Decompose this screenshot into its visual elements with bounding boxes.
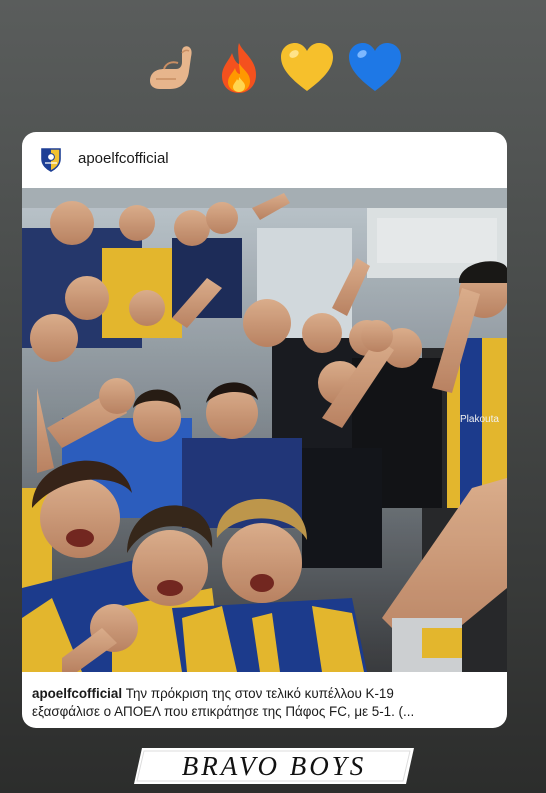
blue-heart-icon: [345, 38, 405, 98]
caption-text-line1: Την πρόκριση της στον τελικό κυπέλλου Κ-…: [122, 686, 394, 701]
post-caption[interactable]: apoelfcofficial Την πρόκριση της στον τε…: [32, 685, 502, 721]
club-crest-avatar[interactable]: [38, 146, 64, 172]
post-header[interactable]: apoelfcofficial: [22, 132, 507, 186]
fire-icon: [209, 38, 269, 98]
post-username[interactable]: apoelfcofficial: [78, 150, 169, 167]
caption-username[interactable]: apoelfcofficial: [32, 686, 122, 701]
pinched-fingers-icon: [141, 38, 201, 98]
yellow-heart-icon: [277, 38, 337, 98]
team-celebration-photo[interactable]: Plakouta: [22, 188, 507, 672]
bravo-boys-sticker[interactable]: BRAVO BOYS: [134, 748, 414, 784]
shared-post-card[interactable]: apoelfcofficial Plakouta apoelfcofficial…: [22, 132, 507, 728]
sticker-text: BRAVO BOYS: [181, 750, 367, 781]
caption-text-line2: εξασφάλισε ο ΑΠΟΕΛ που επικράτησε της Πά…: [32, 704, 415, 719]
emoji-row: [0, 36, 546, 100]
